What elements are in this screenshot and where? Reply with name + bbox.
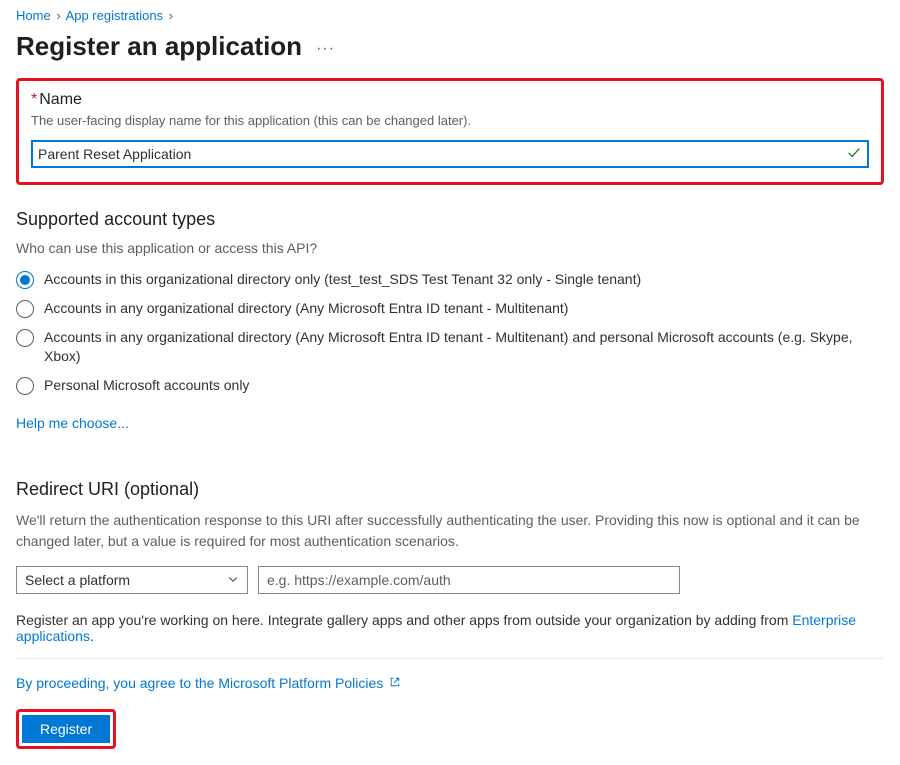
radio-icon[interactable] <box>16 300 34 318</box>
redirect-uri-input[interactable] <box>258 566 680 594</box>
platform-policies-link[interactable]: By proceeding, you agree to the Microsof… <box>16 675 383 691</box>
name-field-label: *Name <box>31 91 869 109</box>
help-me-choose-link[interactable]: Help me choose... <box>16 415 129 431</box>
radio-icon[interactable] <box>16 329 34 347</box>
register-button[interactable]: Register <box>22 715 110 743</box>
account-type-option-multitenant[interactable]: Accounts in any organizational directory… <box>16 299 884 318</box>
radio-icon[interactable] <box>16 271 34 289</box>
account-types-section: Supported account types Who can use this… <box>16 209 884 431</box>
external-link-icon <box>389 675 401 691</box>
redirect-uri-section: Redirect URI (optional) We'll return the… <box>16 479 884 644</box>
divider <box>16 658 884 659</box>
breadcrumb: Home › App registrations › <box>16 8 884 23</box>
register-button-highlight: Register <box>16 709 116 749</box>
account-type-label: Accounts in this organizational director… <box>44 270 641 289</box>
account-types-question: Who can use this application or access t… <box>16 240 884 256</box>
account-type-option-single-tenant[interactable]: Accounts in this organizational director… <box>16 270 884 289</box>
redirect-uri-description: We'll return the authentication response… <box>16 510 884 552</box>
consent-text: By proceeding, you agree to the Microsof… <box>16 675 401 691</box>
more-actions-icon[interactable]: ··· <box>312 36 339 62</box>
account-type-label: Accounts in any organizational directory… <box>44 299 568 318</box>
app-name-input[interactable] <box>31 140 869 168</box>
platform-select-value: Select a platform <box>25 572 130 588</box>
redirect-uri-title: Redirect URI (optional) <box>16 479 884 500</box>
account-types-title: Supported account types <box>16 209 884 230</box>
account-type-option-personal-only[interactable]: Personal Microsoft accounts only <box>16 376 884 395</box>
chevron-right-icon: › <box>56 8 60 23</box>
platform-select[interactable]: Select a platform <box>16 566 248 594</box>
required-star-icon: * <box>31 91 37 108</box>
breadcrumb-app-registrations[interactable]: App registrations <box>66 8 164 23</box>
name-section-highlight: *Name The user-facing display name for t… <box>16 78 884 185</box>
checkmark-icon <box>847 146 861 163</box>
radio-icon[interactable] <box>16 377 34 395</box>
account-type-option-multitenant-personal[interactable]: Accounts in any organizational directory… <box>16 328 884 366</box>
chevron-down-icon <box>227 572 239 588</box>
breadcrumb-home[interactable]: Home <box>16 8 51 23</box>
page-title: Register an application <box>16 31 302 62</box>
integrate-note: Register an app you're working on here. … <box>16 612 884 644</box>
account-type-label: Personal Microsoft accounts only <box>44 376 249 395</box>
name-field-description: The user-facing display name for this ap… <box>31 113 869 128</box>
chevron-right-icon: › <box>169 8 173 23</box>
account-type-label: Accounts in any organizational directory… <box>44 328 884 366</box>
